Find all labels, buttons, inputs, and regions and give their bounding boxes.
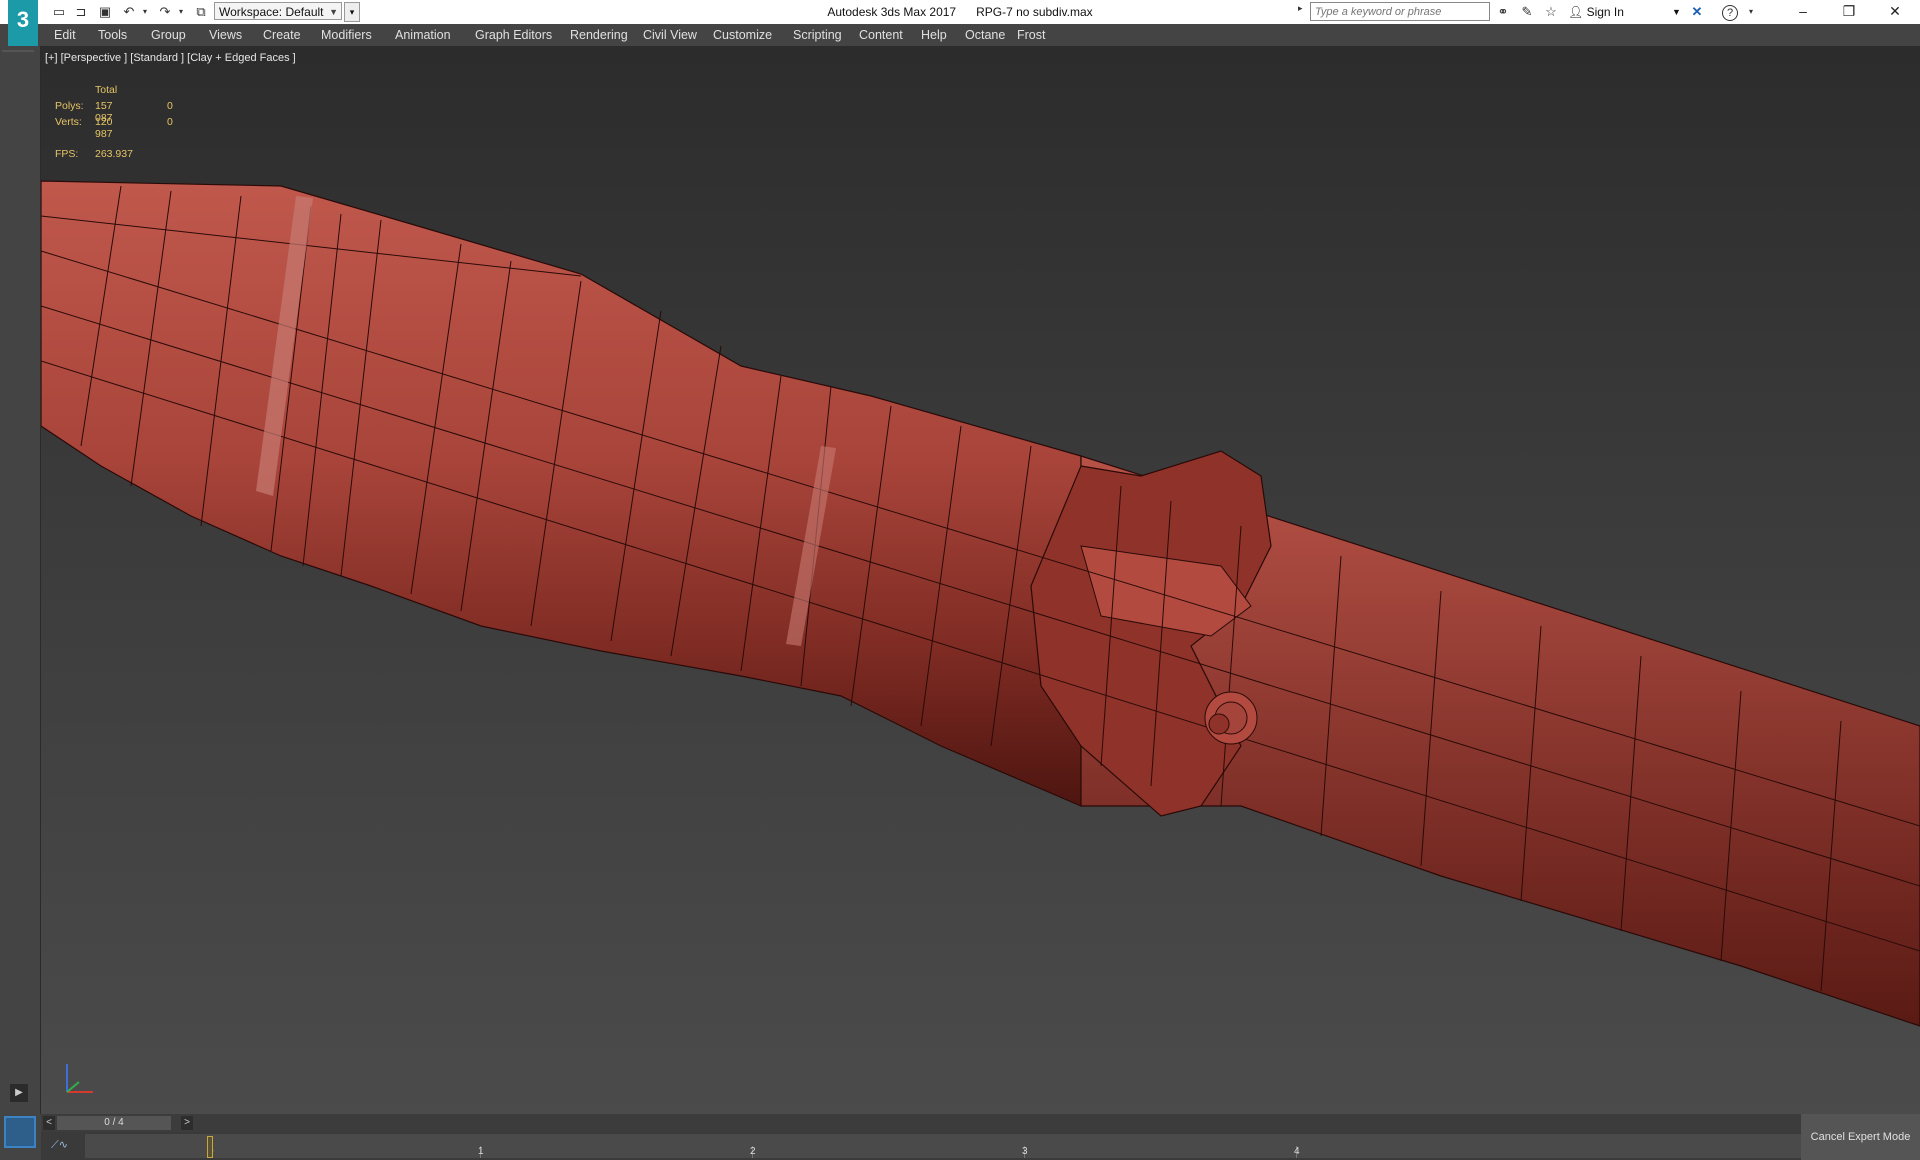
tick-label-1: 1 [478, 1146, 484, 1157]
cancel-expert-mode-button[interactable]: Cancel Expert Mode [1801, 1114, 1920, 1160]
expand-panel-icon[interactable]: ▶ [10, 1084, 28, 1102]
communication-center-icon[interactable]: ✎ [1518, 3, 1536, 21]
sign-in-label: Sign In [1586, 5, 1624, 19]
tick-label-3: 3 [1022, 1146, 1028, 1157]
app-name: Autodesk 3ds Max 2017 [827, 5, 957, 19]
menu-bar: Edit Tools Group Views Create Modifiers … [0, 24, 1920, 47]
workspace-dropdown[interactable]: Workspace: Default ▼ [214, 2, 342, 20]
menu-tools[interactable]: Tools [98, 24, 127, 46]
fps-value: 263.937 [95, 148, 133, 160]
perspective-viewport[interactable]: [+] [Perspective ] [Standard ] [Clay + E… [41, 46, 1920, 1115]
polys-selected: 0 [167, 100, 173, 112]
next-frame-button[interactable]: > [181, 1116, 193, 1130]
workspace-label: Workspace: Default [219, 5, 324, 19]
search-expand-icon[interactable]: ▸ [1298, 3, 1303, 14]
left-toolbar: ▶ [0, 46, 41, 1114]
menu-graph-editors[interactable]: Graph Editors [475, 24, 552, 46]
help-icon[interactable]: ? [1722, 5, 1738, 21]
rpg7-mesh[interactable] [41, 46, 1920, 1114]
search-input[interactable] [1310, 2, 1490, 21]
menu-frost[interactable]: Frost [1017, 24, 1045, 46]
help-dropdown-icon[interactable]: ▾ [1742, 3, 1760, 21]
polys-label: Polys: [55, 100, 84, 112]
binoculars-icon[interactable]: ⚭ [1494, 3, 1512, 21]
viewport-label[interactable]: [+] [Perspective ] [Standard ] [Clay + E… [45, 52, 296, 64]
viewport-layout-button[interactable] [4, 1116, 36, 1148]
fps-label: FPS: [55, 148, 79, 160]
minimize-button[interactable]: – [1780, 0, 1826, 24]
user-icon: 👤︎ [1568, 5, 1587, 19]
menu-views[interactable]: Views [209, 24, 242, 46]
save-icon[interactable]: ▣ [96, 3, 114, 21]
menu-scripting[interactable]: Scripting [793, 24, 842, 46]
menu-animation[interactable]: Animation [395, 24, 451, 46]
menu-octane[interactable]: Octane [965, 24, 1005, 46]
file-name: RPG-7 no subdiv.max [976, 5, 1093, 19]
warhead-body [41, 180, 1082, 807]
frame-counter[interactable]: 0 / 4 [57, 1116, 171, 1130]
menu-content[interactable]: Content [859, 24, 903, 46]
axis-tripod-icon [66, 1064, 93, 1093]
curve-editor-icon[interactable]: ⟋∿ [51, 1138, 68, 1152]
menu-help[interactable]: Help [921, 24, 947, 46]
menu-edit[interactable]: Edit [54, 24, 76, 46]
chevron-down-icon: ▼ [329, 7, 338, 17]
new-file-icon[interactable]: ▭ [50, 3, 68, 21]
verts-total: 120 987 [95, 116, 113, 140]
timeline-track[interactable]: 0 1 2 3 4 [85, 1134, 1801, 1158]
project-folder-icon[interactable]: ⧉ [192, 3, 210, 21]
menu-modifiers[interactable]: Modifiers [321, 24, 372, 46]
tick-label-4: 4 [1294, 1146, 1300, 1157]
menu-create[interactable]: Create [263, 24, 301, 46]
time-slider-handle[interactable] [207, 1136, 213, 1158]
close-button[interactable]: ✕ [1872, 0, 1918, 24]
undo-dropdown-icon[interactable]: ▾ [136, 3, 154, 21]
restore-button[interactable]: ❐ [1826, 0, 1872, 24]
menu-civil-view[interactable]: Civil View [643, 24, 697, 46]
menu-rendering[interactable]: Rendering [570, 24, 628, 46]
verts-selected: 0 [167, 116, 173, 128]
workspace-menu-button[interactable]: ▾ [344, 2, 360, 22]
chevron-down-icon[interactable]: ▼ [1672, 0, 1681, 24]
toolbar-divider [2, 50, 34, 52]
sign-in-button[interactable]: 👤︎ Sign In [1568, 0, 1624, 24]
timeline[interactable]: ⟋∿ 0 1 2 3 4 [41, 1132, 1801, 1160]
menu-group[interactable]: Group [151, 24, 186, 46]
verts-label: Verts: [55, 116, 82, 128]
open-file-icon[interactable]: ⊐ [72, 3, 90, 21]
window-title: Autodesk 3ds Max 2017 RPG-7 no subdiv.ma… [640, 0, 1280, 24]
3dsmax-logo-icon[interactable]: 3 [8, 0, 38, 46]
star-icon[interactable]: ☆ [1542, 3, 1560, 21]
frame-counter-bar: < 0 / 4 > [41, 1114, 1920, 1132]
stats-header: Total [95, 84, 118, 96]
previous-frame-button[interactable]: < [43, 1116, 55, 1130]
title-bar: 3 ▭ ⊐ ▣ ↶ ▾ ↷ ▾ ⧉ Workspace: Default ▼ ▾… [0, 0, 1920, 46]
redo-dropdown-icon[interactable]: ▾ [172, 3, 190, 21]
tick-label-2: 2 [750, 1146, 756, 1157]
autodesk-exchange-icon[interactable]: ✕ [1688, 3, 1706, 21]
menu-customize[interactable]: Customize [713, 24, 772, 46]
fuse-detail [1204, 691, 1258, 745]
